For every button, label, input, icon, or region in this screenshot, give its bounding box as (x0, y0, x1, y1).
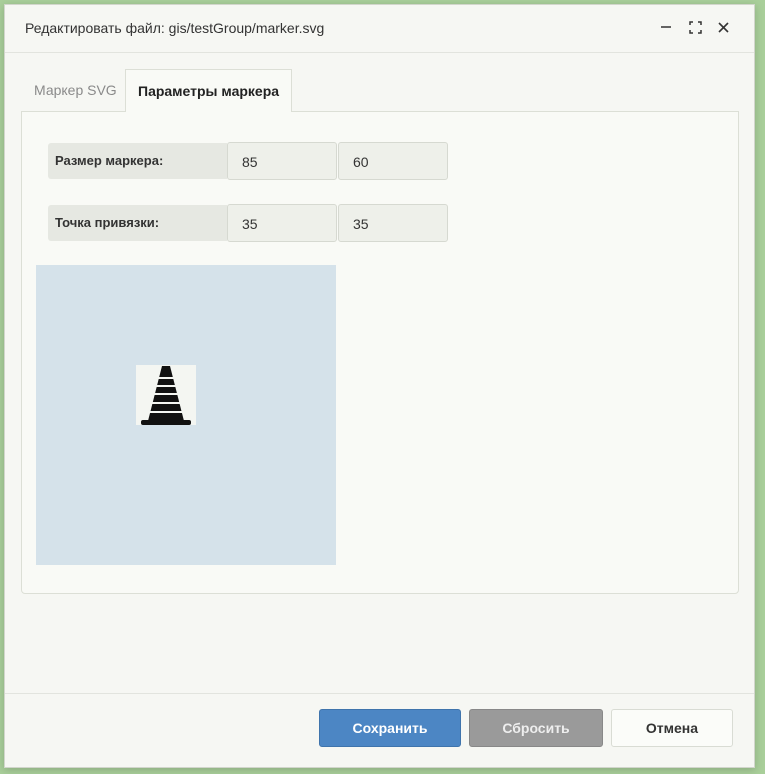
minimize-icon (661, 26, 671, 28)
tab-marker-params[interactable]: Параметры маркера (125, 69, 293, 112)
marker-width-input[interactable] (227, 142, 337, 180)
edit-file-dialog: Редактировать файл: gis/testGroup/marker… (4, 4, 755, 768)
anchor-y-input[interactable] (338, 204, 448, 242)
marker-image (136, 365, 196, 425)
marker-size-label: Размер маркера: (48, 143, 227, 179)
minimize-button[interactable] (657, 18, 675, 36)
maximize-icon (688, 20, 702, 34)
dialog-title: Редактировать файл: gis/testGroup/marker… (25, 20, 325, 36)
close-button[interactable] (714, 18, 732, 36)
anchor-point-row: Точка привязки: (48, 204, 448, 242)
anchor-x-input[interactable] (227, 204, 337, 242)
maximize-button[interactable] (686, 18, 704, 36)
marker-height-input[interactable] (338, 142, 448, 180)
close-icon (717, 21, 729, 33)
save-button[interactable]: Сохранить (319, 709, 461, 747)
dialog-titlebar: Редактировать файл: gis/testGroup/marker… (5, 5, 754, 53)
footer-divider (5, 693, 754, 694)
traffic-cone-icon (141, 366, 191, 425)
anchor-point-label: Точка привязки: (48, 205, 227, 241)
marker-params-panel: Размер маркера: Точка привязки: (21, 111, 739, 594)
tab-marker-svg[interactable]: Маркер SVG (22, 69, 129, 112)
reset-button[interactable]: Сбросить (469, 709, 603, 747)
cancel-button[interactable]: Отмена (611, 709, 733, 747)
marker-preview (36, 265, 336, 565)
marker-size-row: Размер маркера: (48, 142, 448, 180)
